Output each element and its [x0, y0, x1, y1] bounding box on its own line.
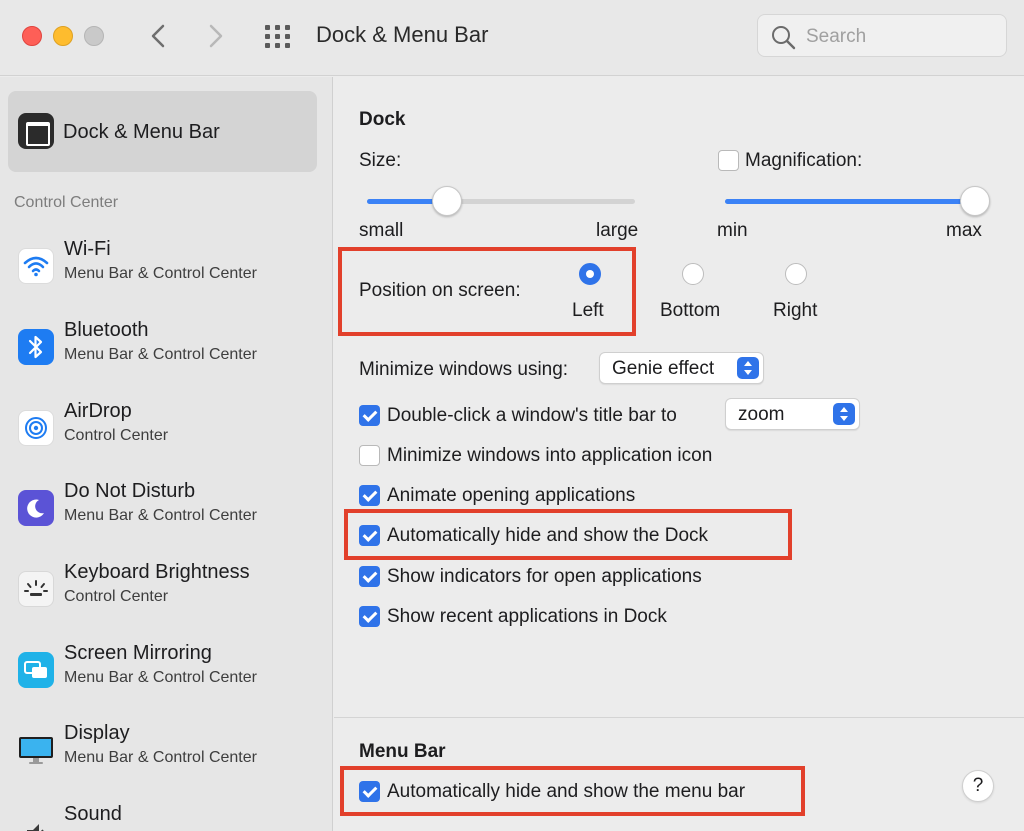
search-field[interactable]: Search: [757, 14, 1007, 57]
sidebar-item-name: AirDrop: [64, 400, 132, 422]
size-slider-thumb[interactable]: [432, 186, 463, 216]
wifi-icon: [18, 248, 54, 284]
position-right-radio[interactable]: [785, 263, 807, 285]
moon-icon: [18, 490, 54, 526]
double-click-action-value: zoom: [738, 404, 785, 425]
sidebar-item-wifi[interactable]: Wi-Fi Menu Bar & Control Center: [14, 238, 324, 302]
main-panel: Dock Size: small large Magnification: mi…: [334, 77, 1024, 831]
sidebar-item-subtitle: Menu Bar & Control Center: [64, 507, 257, 524]
close-window-button[interactable]: [22, 26, 42, 46]
sidebar-item-bluetooth[interactable]: Bluetooth Menu Bar & Control Center: [14, 319, 324, 383]
menu-bar-section-title: Menu Bar: [359, 741, 446, 762]
sidebar-item-name: Display: [64, 722, 130, 744]
size-min-label: small: [359, 220, 404, 241]
sound-icon: [18, 817, 54, 831]
keyboard-brightness-icon: [18, 571, 54, 607]
show-indicators-checkbox[interactable]: [359, 566, 380, 587]
airdrop-icon: [18, 410, 54, 446]
sidebar-item-display[interactable]: Display Menu Bar & Control Center: [14, 722, 324, 786]
magnification-label: Magnification:: [745, 150, 863, 171]
autohide-menu-bar-highlight-box: [340, 766, 805, 816]
sidebar-item-name: Sound: [64, 803, 122, 825]
window-title: Dock & Menu Bar: [316, 22, 489, 47]
dock-menu-bar-icon: [18, 113, 54, 149]
sidebar-item-subtitle: Menu Bar & Control Center: [64, 749, 257, 766]
sidebar-item-airdrop[interactable]: AirDrop Control Center: [14, 400, 324, 464]
search-placeholder: Search: [806, 26, 867, 47]
sidebar-item-screen-mirroring[interactable]: Screen Mirroring Menu Bar & Control Cent…: [14, 642, 324, 706]
sidebar-item-keyboard-brightness[interactable]: Keyboard Brightness Control Center: [14, 561, 324, 625]
section-divider: [334, 717, 1024, 718]
sidebar-item-dock-menu-bar[interactable]: Dock & Menu Bar: [8, 91, 317, 172]
minimize-effect-value: Genie effect: [612, 358, 715, 379]
size-max-label: large: [596, 220, 639, 241]
dock-section-title: Dock: [359, 109, 406, 130]
minimize-into-icon-label: Minimize windows into application icon: [387, 445, 713, 466]
screen-mirroring-icon: [18, 652, 54, 688]
magnification-max-label: max: [946, 220, 982, 241]
sidebar-item-subtitle: Menu Bar & Control Center: [64, 669, 257, 686]
popup-arrows-icon: [833, 403, 855, 425]
sidebar-section-label: Control Center: [14, 194, 119, 211]
help-button[interactable]: ?: [962, 770, 994, 802]
size-slider-track[interactable]: [367, 199, 635, 204]
minimize-window-button[interactable]: [53, 26, 73, 46]
double-click-checkbox[interactable]: [359, 405, 380, 426]
double-click-action-popup[interactable]: zoom: [725, 398, 860, 430]
zoom-window-button[interactable]: [84, 26, 104, 46]
size-label: Size:: [359, 150, 402, 171]
sidebar-item-subtitle: Control Center: [64, 427, 169, 444]
animate-opening-checkbox[interactable]: [359, 485, 380, 506]
sidebar-item-name: Keyboard Brightness: [64, 561, 250, 583]
forward-chevron-icon[interactable]: [199, 18, 231, 54]
sidebar: Dock & Menu Bar Control Center Wi-Fi Men…: [0, 77, 333, 831]
show-indicators-label: Show indicators for open applications: [387, 566, 702, 587]
search-icon: [772, 26, 796, 50]
back-chevron-icon[interactable]: [143, 18, 175, 54]
sidebar-item-sound[interactable]: Sound: [14, 803, 324, 831]
popup-arrows-icon: [737, 357, 759, 379]
position-highlight-box: [338, 247, 636, 336]
magnification-checkbox[interactable]: [718, 150, 739, 171]
position-bottom-radio[interactable]: [682, 263, 704, 285]
show-all-grid-icon[interactable]: [263, 24, 293, 48]
sidebar-item-subtitle: Control Center: [64, 588, 169, 605]
show-recent-apps-label: Show recent applications in Dock: [387, 606, 667, 627]
sidebar-item-do-not-disturb[interactable]: Do Not Disturb Menu Bar & Control Center: [14, 480, 324, 544]
animate-opening-label: Animate opening applications: [387, 485, 636, 506]
sidebar-item-name: Bluetooth: [64, 319, 149, 341]
magnification-slider-track[interactable]: [725, 199, 975, 204]
show-recent-apps-checkbox[interactable]: [359, 606, 380, 627]
sidebar-item-label: Dock & Menu Bar: [63, 121, 220, 143]
autohide-dock-highlight-box: [344, 509, 792, 560]
magnification-slider-fill: [725, 199, 975, 204]
magnification-min-label: min: [717, 220, 748, 241]
sidebar-item-name: Do Not Disturb: [64, 480, 196, 502]
minimize-using-label: Minimize windows using:: [359, 359, 569, 380]
minimize-effect-popup[interactable]: Genie effect: [599, 352, 764, 384]
minimize-into-icon-checkbox[interactable]: [359, 445, 380, 466]
magnification-slider-thumb[interactable]: [960, 186, 990, 216]
sidebar-item-name: Screen Mirroring: [64, 642, 212, 664]
sidebar-item-name: Wi-Fi: [64, 238, 111, 260]
sidebar-item-subtitle: Menu Bar & Control Center: [64, 265, 257, 282]
display-icon: [18, 732, 54, 768]
title-bar: Dock & Menu Bar Search: [0, 0, 1024, 76]
sidebar-item-subtitle: Menu Bar & Control Center: [64, 346, 257, 363]
double-click-label: Double-click a window's title bar to: [387, 405, 677, 426]
position-right-label: Right: [773, 300, 818, 321]
bluetooth-icon: [18, 329, 54, 365]
position-bottom-label: Bottom: [660, 300, 721, 321]
